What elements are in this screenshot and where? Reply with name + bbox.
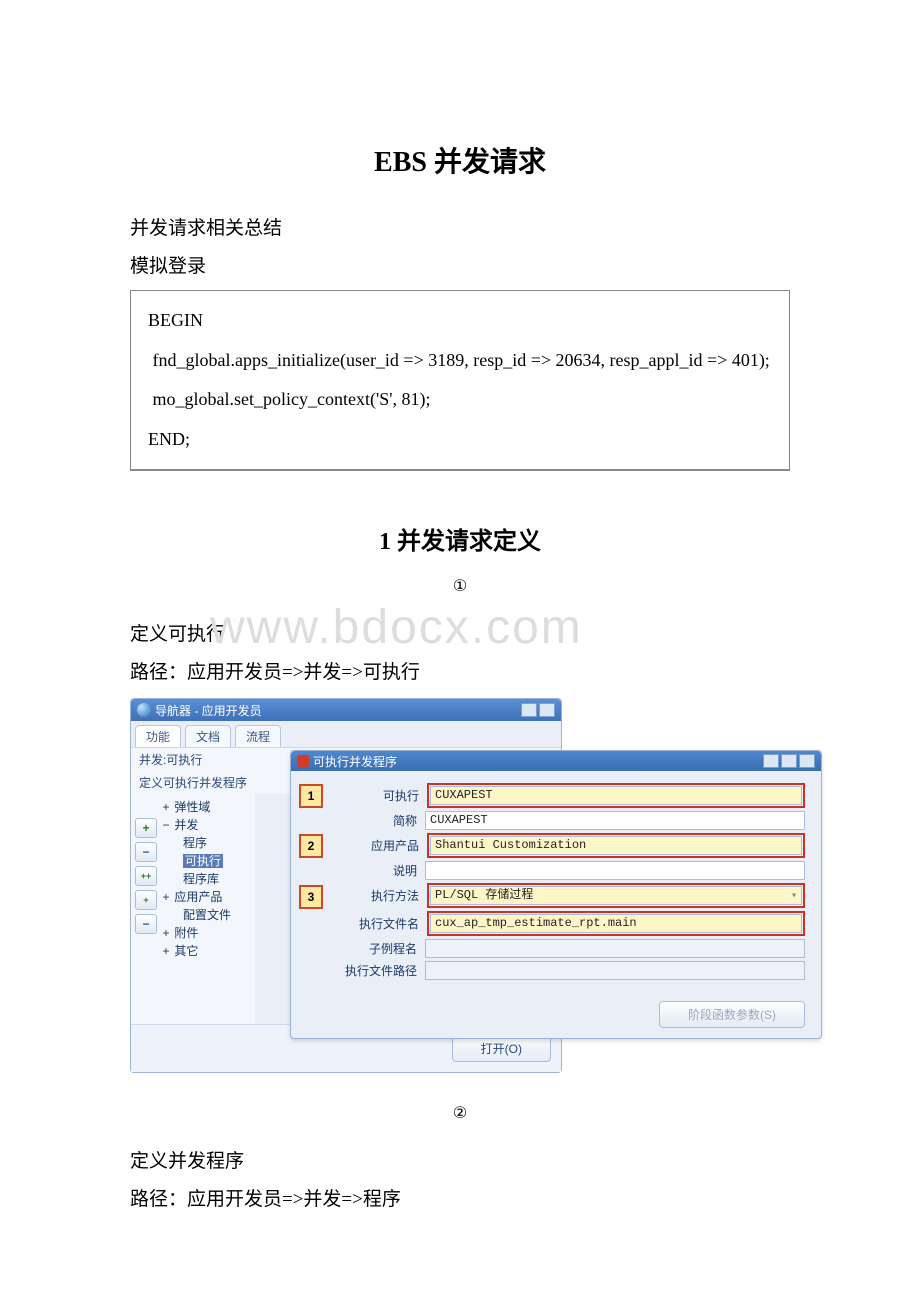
section-1-title: 1 并发请求定义 — [130, 521, 790, 556]
intro-login: 模拟登录 — [130, 248, 790, 286]
input-subroutine[interactable] — [425, 939, 805, 958]
forms-screenshot: 导航器 - 应用开发员 功能 文档 流程 并发:可执行 定义可执行并发程序 + … — [130, 698, 790, 1073]
intro-summary: 并发请求相关总结 — [130, 210, 790, 248]
expand-button[interactable]: + — [135, 818, 157, 838]
code-line: mo_global.set_policy_context('S', 81); — [139, 380, 781, 420]
minimize-icon[interactable] — [521, 703, 537, 717]
close-icon[interactable] — [799, 754, 815, 768]
executable-form: 1 可执行 CUXAPEST 简称 CUXAPEST 2 应用产品 Shantu… — [291, 771, 821, 995]
input-shortname[interactable]: CUXAPEST — [425, 811, 805, 830]
tree-node-executable[interactable]: 可执行 — [161, 852, 255, 870]
tree-node-concurrent[interactable]: − 并发 — [161, 816, 255, 834]
collapse-all-button[interactable]: + — [135, 890, 157, 910]
maximize-icon[interactable] — [781, 754, 797, 768]
label-application: 应用产品 — [331, 837, 423, 854]
navigator-tabs: 功能 文档 流程 — [131, 721, 561, 747]
navigator-left: + − ++ + − + 弹性域 − 并发 程序 可执行 程序库 + 应用产品 … — [131, 794, 255, 1024]
close-icon[interactable] — [539, 703, 555, 717]
input-exec-filename[interactable]: cux_ap_tmp_estimate_rpt.main — [430, 914, 802, 933]
step-1-marker: ① — [130, 576, 790, 596]
label-shortname: 简称 — [329, 812, 421, 829]
executable-title-text: 可执行并发程序 — [313, 753, 397, 770]
code-block: BEGIN fnd_global.apps_initialize(user_id… — [130, 290, 790, 471]
step-2-marker: ② — [130, 1103, 790, 1123]
callout-1: 1 — [299, 784, 323, 808]
remove-button[interactable]: − — [135, 914, 157, 934]
tab-process[interactable]: 流程 — [235, 725, 281, 747]
callout-3: 3 — [299, 885, 323, 909]
tree-node-other[interactable]: + 其它 — [161, 942, 255, 960]
label-exec-filename: 执行文件名 — [331, 915, 423, 932]
label-exec-method: 执行方法 — [331, 887, 423, 904]
tree-node-lib[interactable]: 程序库 — [161, 870, 255, 888]
label-subroutine: 子例程名 — [329, 940, 421, 957]
tree-node-profile[interactable]: 配置文件 — [161, 906, 255, 924]
doc-title: EBS 并发请求 — [130, 140, 790, 180]
executable-window: 可执行并发程序 1 可执行 CUXAPEST 简称 CUXAPEST — [290, 750, 822, 1039]
step-2-heading: 定义并发程序 — [130, 1143, 790, 1181]
input-exec-method[interactable]: PL/SQL 存储过程 — [430, 886, 802, 905]
tab-function[interactable]: 功能 — [135, 725, 181, 747]
code-line: BEGIN — [139, 301, 781, 341]
collapse-button[interactable]: − — [135, 842, 157, 862]
label-description: 说明 — [329, 862, 421, 879]
tree-node-application[interactable]: + 应用产品 — [161, 888, 255, 906]
minimize-icon[interactable] — [763, 754, 779, 768]
tree-node-attachment[interactable]: + 附件 — [161, 924, 255, 942]
label-exec-filepath: 执行文件路径 — [329, 962, 421, 979]
input-exec-filepath[interactable] — [425, 961, 805, 980]
navigator-titlebar: 导航器 - 应用开发员 — [131, 699, 561, 721]
oracle-icon — [297, 755, 309, 767]
navigator-tree: + 弹性域 − 并发 程序 可执行 程序库 + 应用产品 配置文件 + 附件 +… — [161, 798, 255, 960]
input-application[interactable]: Shantui Customization — [430, 836, 802, 855]
globe-icon — [137, 703, 151, 717]
tree-node-program[interactable]: 程序 — [161, 834, 255, 852]
open-button[interactable]: 打开(O) — [452, 1035, 551, 1062]
label-executable: 可执行 — [331, 787, 423, 804]
callout-2: 2 — [299, 834, 323, 858]
input-executable[interactable]: CUXAPEST — [430, 786, 802, 805]
stage-params-button[interactable]: 阶段函数参数(S) — [659, 1001, 805, 1028]
tree-node-flexfield[interactable]: + 弹性域 — [161, 798, 255, 816]
input-description[interactable] — [425, 861, 805, 880]
executable-titlebar: 可执行并发程序 — [291, 751, 821, 771]
step-1-path: 路径：应用开发员=>并发=>可执行 — [130, 654, 790, 692]
tab-document[interactable]: 文档 — [185, 725, 231, 747]
code-line: END; — [139, 420, 781, 460]
step-1-heading: 定义可执行 — [130, 616, 790, 654]
expand-all-button[interactable]: ++ — [135, 866, 157, 886]
code-line: fnd_global.apps_initialize(user_id => 31… — [139, 341, 781, 381]
step-2-path: 路径：应用开发员=>并发=>程序 — [130, 1181, 790, 1219]
navigator-title-text: 导航器 - 应用开发员 — [155, 702, 262, 719]
